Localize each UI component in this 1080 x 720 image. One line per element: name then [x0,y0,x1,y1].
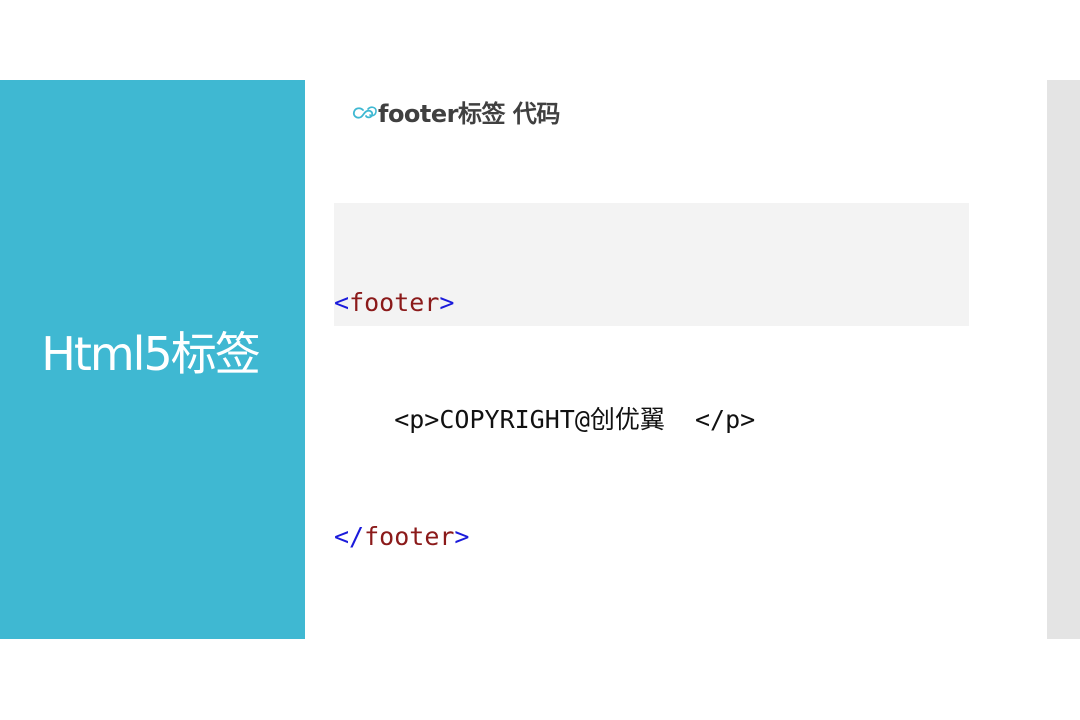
heading-text: footer标签 代码 [378,99,560,128]
slide: Html5标签 footer标签 代码 <footer> <p>COPYRIGH… [0,80,1080,639]
section-title: Html5标签 [41,327,260,381]
code-line-close: </footer> [334,517,969,556]
code-open-gt: > [439,288,455,317]
curl-bullet-icon [352,106,377,119]
code-close-lt: </ [334,522,365,551]
side-strip [1047,80,1080,639]
code-line-inner: <p>COPYRIGHT@创优翼 </p> [334,405,756,434]
code-close-tag: footer [364,522,455,551]
slide-heading: footer标签 代码 [352,94,560,128]
code-line-open: <footer> [334,283,969,322]
code-open-lt: < [334,288,350,317]
code-open-tag: footer [349,288,440,317]
code-block: <footer> <p>COPYRIGHT@创优翼 </p> </footer> [334,203,969,551]
section-panel: Html5标签 [0,80,305,639]
code-close-gt: > [454,522,470,551]
